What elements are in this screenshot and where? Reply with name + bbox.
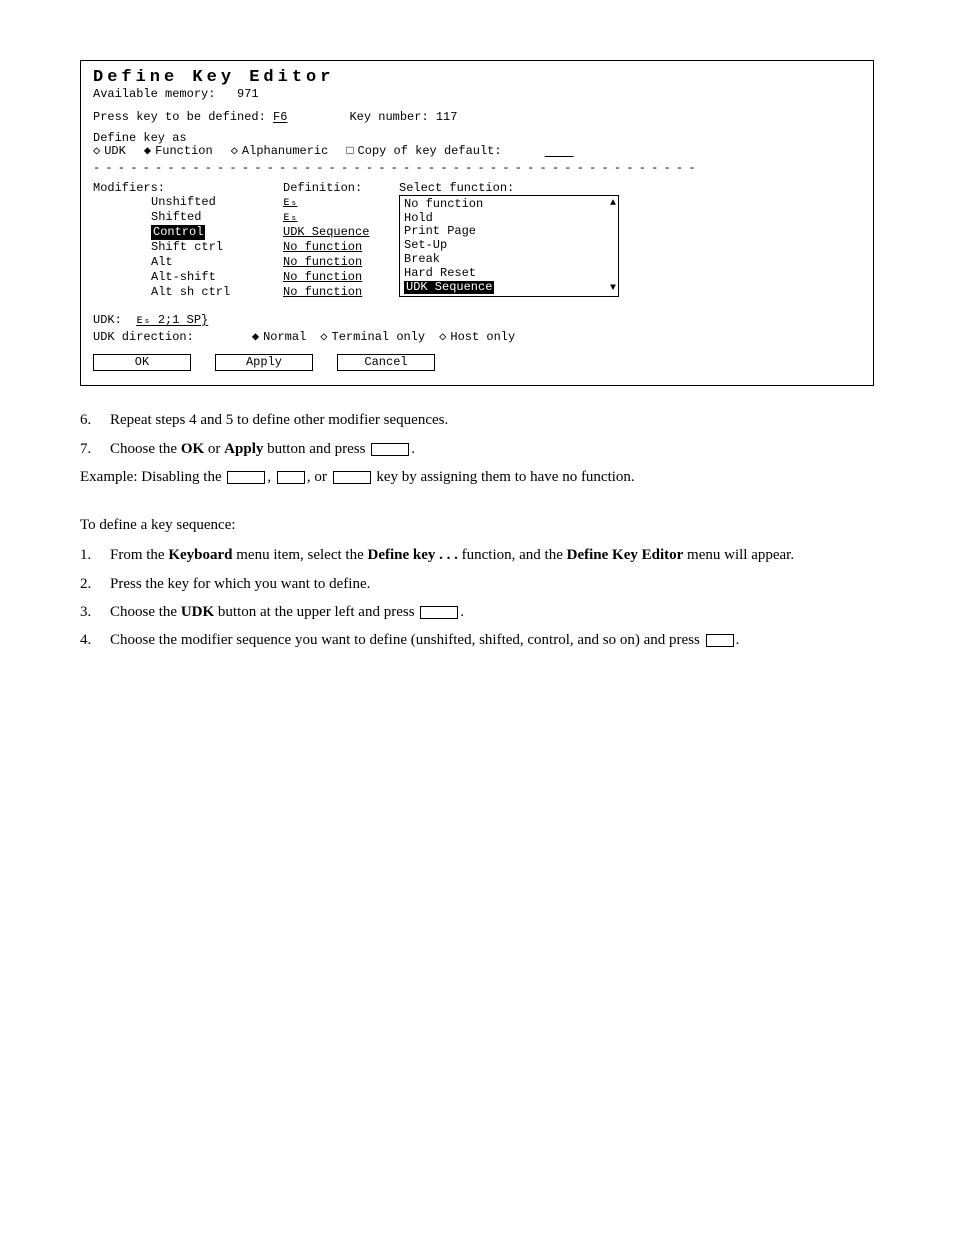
step-number: 6.: [80, 410, 110, 430]
radio-udk[interactable]: UDK: [93, 145, 126, 158]
radio-function[interactable]: Function: [144, 145, 213, 158]
step-text: Choose the UDK button at the upper left …: [110, 602, 464, 622]
dir-normal[interactable]: Normal: [252, 331, 306, 344]
apply-button[interactable]: Apply: [215, 354, 313, 371]
scroll-down-icon[interactable]: ▼: [610, 283, 616, 294]
key-icon: [333, 471, 371, 484]
key-number-value: 117: [436, 111, 458, 124]
mod-unshifted[interactable]: Unshifted: [151, 195, 263, 210]
definition-label: Definition:: [283, 182, 379, 195]
mod-alt[interactable]: Alt: [151, 255, 263, 270]
step-number: 1.: [80, 545, 110, 565]
define-sequence-intro: To define a key sequence:: [80, 515, 874, 535]
func-hard-reset[interactable]: Hard Reset: [404, 267, 614, 281]
func-hold[interactable]: Hold: [404, 212, 614, 226]
list-item: 1. From the Keyboard menu item, select t…: [80, 545, 874, 565]
step-number: 7.: [80, 439, 110, 459]
key-icon: [371, 443, 409, 456]
list-item: 4. Choose the modifier sequence you want…: [80, 630, 874, 650]
define-key-as-radios: UDK Function Alphanumeric Copy of key de…: [93, 145, 861, 158]
mod-alt-shift[interactable]: Alt-shift: [151, 270, 263, 285]
step-text: From the Keyboard menu item, select the …: [110, 545, 794, 565]
available-memory-value: 971: [237, 87, 259, 101]
modifiers-column: Modifiers: Unshifted Shifted Control Shi…: [93, 182, 263, 300]
divider: - - - - - - - - - - - - - - - - - - - - …: [93, 162, 861, 175]
def-alt[interactable]: No function: [283, 255, 379, 270]
step-number: 4.: [80, 630, 110, 650]
list-item: 2. Press the key for which you want to d…: [80, 574, 874, 594]
available-memory-line: Available memory: 971: [93, 88, 861, 101]
func-no-function[interactable]: No function: [404, 198, 614, 212]
step-number: 3.: [80, 602, 110, 622]
list-item: 7. Choose the OK or Apply button and pre…: [80, 439, 874, 459]
dir-terminal-only[interactable]: Terminal only: [320, 331, 425, 344]
def-alt-shift[interactable]: No function: [283, 270, 379, 285]
key-icon: [706, 634, 734, 647]
def-unshifted[interactable]: ᴇₛ: [283, 195, 379, 210]
cancel-button[interactable]: Cancel: [337, 354, 435, 371]
check-copy-of-key-default[interactable]: Copy of key default:: [346, 145, 501, 158]
step-text: Repeat steps 4 and 5 to define other mod…: [110, 410, 448, 430]
ok-button[interactable]: OK: [93, 354, 191, 371]
udk-direction-row: UDK direction: Normal Terminal only Host…: [93, 331, 861, 344]
step-number: 2.: [80, 574, 110, 594]
key-icon: [420, 606, 458, 619]
panel-title: Define Key Editor: [93, 69, 861, 88]
step-text: Press the key for which you want to defi…: [110, 574, 370, 594]
func-break[interactable]: Break: [404, 253, 614, 267]
define-key-editor-panel: Define Key Editor Available memory: 971 …: [80, 60, 874, 386]
func-udk-sequence[interactable]: UDK Sequence: [404, 281, 494, 294]
select-function-column: Select function: ▲ No function Hold Prin…: [399, 182, 861, 297]
step-text: Choose the OK or Apply button and press …: [110, 439, 415, 459]
def-control[interactable]: UDK Sequence: [283, 225, 379, 240]
radio-alphanumeric[interactable]: Alphanumeric: [231, 145, 329, 158]
udk-line: UDK: ᴇₛ 2;1 SP}: [93, 314, 861, 327]
key-number-label: Key number:: [349, 111, 428, 124]
press-key-field[interactable]: F6: [273, 111, 287, 124]
list-item: 6. Repeat steps 4 and 5 to define other …: [80, 410, 874, 430]
key-icon: [277, 471, 305, 484]
copy-default-field[interactable]: [545, 145, 574, 158]
definition-column: Definition: ᴇₛ ᴇₛ UDK Sequence No functi…: [283, 182, 379, 300]
func-print-page[interactable]: Print Page: [404, 225, 614, 239]
example-paragraph: Example: Disabling the , , or key by ass…: [80, 467, 874, 487]
step-text: Choose the modifier sequence you want to…: [110, 630, 739, 650]
mod-shift-ctrl[interactable]: Shift ctrl: [151, 240, 263, 255]
mod-alt-sh-ctrl[interactable]: Alt sh ctrl: [151, 285, 263, 300]
mod-control[interactable]: Control: [151, 225, 205, 240]
list-item: 3. Choose the UDK button at the upper le…: [80, 602, 874, 622]
func-set-up[interactable]: Set-Up: [404, 239, 614, 253]
scroll-up-icon[interactable]: ▲: [610, 198, 616, 209]
def-shifted[interactable]: ᴇₛ: [283, 210, 379, 225]
select-function-label: Select function:: [399, 182, 861, 195]
press-key-row: Press key to be defined: F6 Key number: …: [93, 111, 861, 124]
function-listbox[interactable]: ▲ No function Hold Print Page Set-Up Bre…: [399, 195, 619, 297]
udk-field[interactable]: ᴇₛ 2;1 SP}: [136, 313, 208, 327]
def-shift-ctrl[interactable]: No function: [283, 240, 379, 255]
udk-direction-label: UDK direction:: [93, 331, 194, 344]
dir-host-only[interactable]: Host only: [439, 331, 515, 344]
modifiers-label: Modifiers:: [93, 182, 263, 195]
mod-shifted[interactable]: Shifted: [151, 210, 263, 225]
udk-label: UDK:: [93, 313, 122, 327]
press-key-label: Press key to be defined:: [93, 111, 266, 124]
key-icon: [227, 471, 265, 484]
def-alt-sh-ctrl[interactable]: No function: [283, 285, 379, 300]
available-memory-label: Available memory:: [93, 87, 215, 101]
